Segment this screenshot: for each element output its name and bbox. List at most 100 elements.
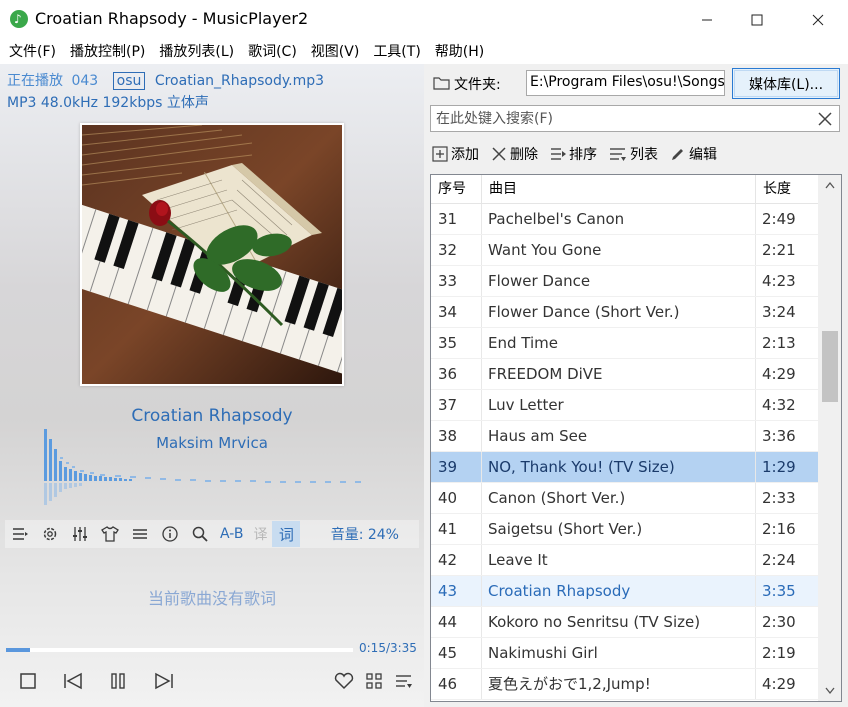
table-header: 序号 曲目 长度 [431,175,818,204]
table-row[interactable]: 35 End Time 2:13 [431,328,818,359]
next-button[interactable] [152,669,176,693]
table-row[interactable]: 37 Luv Letter 4:32 [431,390,818,421]
settings-button[interactable] [35,520,65,548]
chevron-down-icon [824,687,835,695]
folder-path-field[interactable]: E:\Program Files\osu!\Songs [526,70,725,96]
row-length: 3:24 [762,303,796,321]
search-icon [192,526,208,542]
scroll-up-button[interactable] [818,175,841,195]
add-button[interactable]: 添加 [432,144,479,164]
row-length: 4:32 [762,396,796,414]
no-lyrics-message: 当前歌曲没有歌词 [147,589,276,608]
row-index: 32 [431,235,482,265]
row-length: 2:13 [762,334,796,352]
row-index: 45 [431,638,482,668]
playlist-toggle-button[interactable] [5,520,35,548]
list-button[interactable]: 列表 [609,144,658,164]
next-icon [155,672,173,690]
favorite-button[interactable] [332,669,356,693]
song-artist: Maksim Mrvica [156,434,268,452]
search-button[interactable] [185,520,215,548]
row-index: 35 [431,328,482,358]
search-input[interactable] [431,106,811,131]
row-name: NO, Thank You! (TV Size) [482,452,756,482]
folder-label: 文件夹: [454,77,501,93]
info-button[interactable] [155,520,185,548]
minimize-button[interactable] [684,0,730,39]
header-length[interactable]: 长度 [756,175,818,204]
list-icon [610,148,626,161]
stop-icon [20,673,36,689]
row-name: 夏色えがおで1,2,Jump! [482,669,756,699]
menu-tools[interactable]: 工具(T) [366,41,427,61]
table-row[interactable]: 34 Flower Dance (Short Ver.) 3:24 [431,297,818,328]
menu-help[interactable]: 帮助(H) [428,41,491,61]
scroll-down-button[interactable] [818,681,841,701]
table-row[interactable]: 43 Croatian Rhapsody 3:35 [431,576,818,607]
header-name[interactable]: 曲目 [482,175,756,204]
previous-button[interactable] [61,669,85,693]
volume-label[interactable]: 音量: 24% [331,524,399,544]
now-playing-index: 043 [71,73,99,89]
menu-playback[interactable]: 播放控制(P) [63,41,152,61]
clear-search-button[interactable] [813,107,837,131]
row-name: End Time [482,328,756,358]
menu-file[interactable]: 文件(F) [2,41,63,61]
edit-button[interactable]: 编辑 [670,144,717,164]
table-row[interactable]: 33 Flower Dance 4:23 [431,266,818,297]
equalizer-button[interactable] [65,520,95,548]
scroll-thumb[interactable] [822,331,838,402]
folder-icon [433,77,450,90]
table-row[interactable]: 38 Haus am See 3:36 [431,421,818,452]
table-row[interactable]: 44 Kokoro no Senritsu (TV Size) 2:30 [431,607,818,638]
pause-button[interactable] [106,669,130,693]
table-row[interactable]: 32 Want You Gone 2:21 [431,235,818,266]
stop-button[interactable] [16,669,40,693]
sort-label: 排序 [569,147,597,163]
table-row[interactable]: 36 FREEDOM DiVE 4:29 [431,359,818,390]
row-name: Kokoro no Senritsu (TV Size) [482,607,756,637]
mini-mode-button[interactable] [362,669,386,693]
translate-button[interactable]: 译 [248,524,272,544]
row-index: 46 [431,669,482,699]
table-row[interactable]: 39 NO, Thank You! (TV Size) 1:29 [431,452,818,483]
table-row[interactable]: 42 Leave It 2:24 [431,545,818,576]
table-row[interactable]: 45 Nakimushi Girl 2:19 [431,638,818,669]
hamburger-icon [133,529,147,539]
info-icon [162,526,178,542]
header-index[interactable]: 序号 [431,175,482,204]
ab-repeat-button[interactable]: A-B [215,526,248,542]
maximize-button[interactable] [734,0,780,39]
menu-lyrics[interactable]: 歌词(C) [241,41,304,61]
sort-button[interactable]: 排序 [550,144,597,164]
progress-bar[interactable] [6,648,353,652]
table-row[interactable]: 46 夏色えがおで1,2,Jump! 4:29 [431,669,818,700]
scrollbar[interactable] [818,175,841,701]
table-row[interactable]: 40 Canon (Short Ver.) 2:33 [431,483,818,514]
album-cover[interactable] [80,123,344,386]
close-button[interactable] [795,0,841,39]
row-length: 2:21 [762,241,796,259]
row-length: 3:35 [762,582,796,600]
list-icon [396,675,412,688]
media-library-button[interactable]: 媒体库(L)... [732,68,840,99]
row-length: 4:29 [762,365,796,383]
menu-playlist[interactable]: 播放列表(L) [152,41,241,61]
now-playing-label: 正在播放 [7,73,63,89]
row-name: Canon (Short Ver.) [482,483,756,513]
menu-button[interactable] [125,520,155,548]
lyric-toggle-button[interactable]: 词 [272,521,301,547]
sort-icon [551,148,566,160]
row-index: 43 [431,576,482,606]
table-row[interactable]: 41 Saigetsu (Short Ver.) 2:16 [431,514,818,545]
menu-view[interactable]: 视图(V) [304,41,367,61]
row-name: FREEDOM DiVE [482,359,756,389]
delete-button[interactable]: 删除 [491,144,538,164]
table-row[interactable]: 31 Pachelbel's Canon 2:49 [431,204,818,235]
now-playing-filename: Croatian_Rhapsody.mp3 [154,73,325,89]
close-icon [818,112,832,126]
skin-button[interactable] [95,520,125,548]
close-icon [812,14,824,25]
heart-icon [334,672,354,690]
playlist-menu-button[interactable] [392,669,416,693]
